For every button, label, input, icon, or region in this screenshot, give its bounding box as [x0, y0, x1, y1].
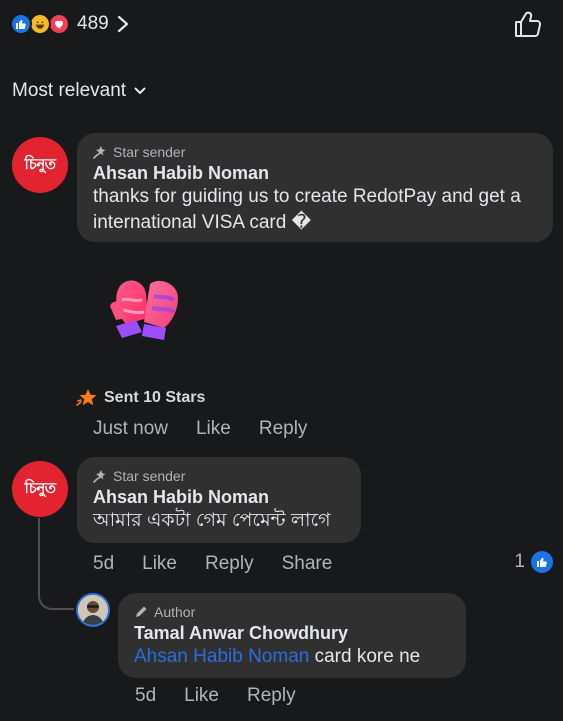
stars-sent-label: Sent 10 Stars: [104, 389, 206, 406]
reply-text: Ahsan Habib Noman card kore ne: [134, 644, 450, 670]
star-sender-badge: Star sender: [93, 467, 345, 485]
comment-text: thanks for guiding us to create RedotPay…: [93, 186, 521, 233]
user-photo-icon: [78, 595, 108, 625]
author-badge: Author: [134, 603, 450, 621]
badge-label: Star sender: [113, 468, 186, 484]
avatar[interactable]: [76, 593, 110, 627]
thread-connector: [38, 518, 74, 610]
avatar[interactable]: চিনুত: [12, 461, 68, 517]
like-button[interactable]: Like: [184, 685, 219, 707]
like-reaction-icon: [10, 13, 32, 35]
reaction-count-number: 1: [514, 551, 525, 572]
comment-text: আমার একটা গেম পেমেন্ট লাগে: [93, 510, 331, 531]
like-button[interactable]: Like: [142, 553, 177, 575]
haha-reaction-icon: [29, 13, 51, 35]
star-sparkle-icon: [93, 146, 106, 159]
timestamp: 5d: [135, 685, 157, 706]
love-reaction-icon: [48, 13, 70, 35]
badge-label: Author: [154, 604, 196, 620]
comment-author[interactable]: Ahsan Habib Noman: [93, 163, 537, 184]
reaction-total: 489: [77, 13, 109, 34]
reply-bubble[interactable]: Author Tamal Anwar Chowdhury Ahsan Habib…: [118, 593, 466, 678]
star-sender-badge: Star sender: [93, 143, 537, 161]
comment-reaction-count[interactable]: 1: [514, 551, 553, 573]
reactions-summary[interactable]: 489: [10, 10, 129, 38]
comment-actions: 5d Like Reply Share: [93, 553, 360, 575]
reply-button[interactable]: Reply: [205, 553, 254, 575]
star-sparkle-icon: [93, 470, 106, 483]
mittens-sticker-image: [110, 280, 178, 340]
timestamp: Just now: [93, 418, 168, 439]
pencil-icon: [136, 606, 147, 617]
reply-button[interactable]: Reply: [247, 685, 296, 707]
avatar-logo-text: চিনুত: [24, 155, 56, 173]
comment-bubble[interactable]: Star sender Ahsan Habib Noman আমার একটা …: [77, 457, 361, 543]
stars-sent-indicator: Sent 10 Stars: [76, 388, 205, 408]
avatar[interactable]: চিনুত: [12, 137, 68, 193]
sort-dropdown[interactable]: Most relevant: [12, 80, 146, 102]
reply-actions: 5d Like Reply: [135, 685, 324, 707]
timestamp: 5d: [93, 553, 115, 574]
star-icon: [76, 389, 97, 406]
chevron-right-icon: [117, 15, 128, 33]
reply-body: card kore ne: [309, 646, 421, 667]
mention-link[interactable]: Ahsan Habib Noman: [134, 646, 309, 667]
share-button[interactable]: Share: [282, 553, 333, 575]
like-outline-icon[interactable]: [513, 10, 543, 38]
comment-author[interactable]: Ahsan Habib Noman: [93, 487, 345, 508]
avatar-logo-text: চিনুত: [24, 479, 56, 497]
comment-bubble[interactable]: Star sender Ahsan Habib Noman thanks for…: [77, 133, 553, 242]
chevron-down-icon: [134, 87, 146, 94]
like-button[interactable]: Like: [196, 418, 231, 440]
badge-label: Star sender: [113, 144, 186, 160]
reply-author[interactable]: Tamal Anwar Chowdhury: [134, 623, 450, 644]
comment-actions: Just now Like Reply: [93, 418, 335, 440]
like-reaction-icon: [531, 551, 553, 573]
reply-button[interactable]: Reply: [259, 418, 308, 440]
sort-label: Most relevant: [12, 80, 127, 101]
